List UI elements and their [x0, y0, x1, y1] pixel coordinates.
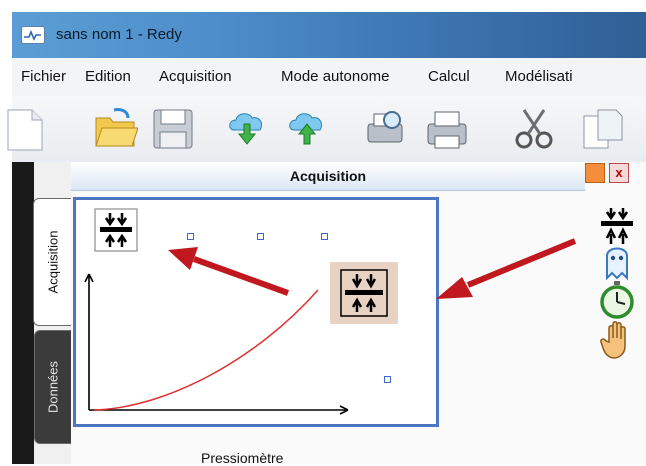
annotation-arrows: [168, 238, 577, 299]
app-window: sans nom 1 - Redy Fichier Edition Acquis…: [7, 12, 646, 466]
arrow-head: [168, 247, 198, 270]
arrow-shaft: [466, 238, 577, 288]
arrow-head: [436, 277, 473, 299]
arrow-shaft: [192, 256, 290, 296]
